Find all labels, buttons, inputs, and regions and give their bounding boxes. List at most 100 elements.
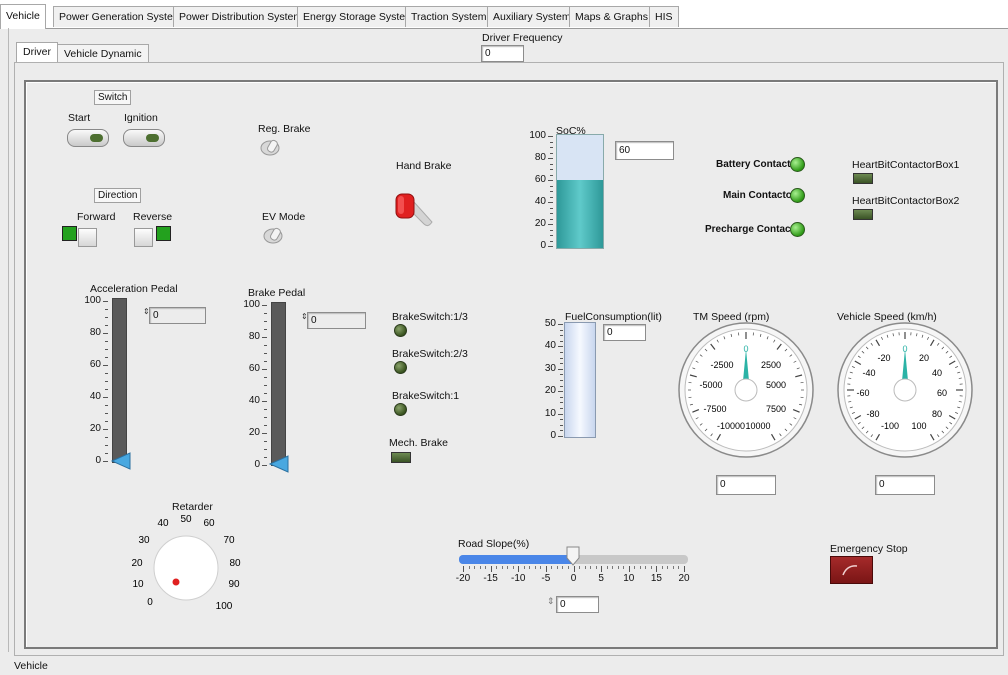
fuel-minor-tick xyxy=(560,408,563,409)
slope-tick-label: -10 xyxy=(511,573,526,584)
slope-tick xyxy=(601,566,603,572)
retarder-scale-30: 30 xyxy=(138,535,150,546)
soc-tick xyxy=(548,224,553,225)
soc-minor-tick xyxy=(550,174,553,176)
retarder-scale-70: 70 xyxy=(223,535,235,546)
soc-minor-tick xyxy=(550,218,553,220)
soc-minor-tick xyxy=(550,147,553,148)
retarder-scale-90: 90 xyxy=(228,579,240,590)
accel-minor-tick xyxy=(105,381,108,382)
fuel-tick-label: 50 xyxy=(544,318,556,329)
reverse-button[interactable] xyxy=(134,228,153,247)
slope-tick xyxy=(628,566,630,572)
fuel-minor-tick xyxy=(560,329,563,331)
fuel-minor-tick xyxy=(560,424,563,426)
soc-tick xyxy=(548,136,553,137)
soc-minor-tick xyxy=(550,229,553,231)
driver-frequency-input[interactable]: 0 xyxy=(481,45,524,62)
accel-minor-tick xyxy=(105,405,108,406)
tab-auxiliary-system[interactable]: Auxiliary System xyxy=(487,6,577,27)
brake-switch-13-led xyxy=(394,324,407,337)
battery-contactor-label: Battery Contactor xyxy=(716,159,801,170)
start-toggle[interactable] xyxy=(67,129,109,147)
road-slope-fill xyxy=(459,555,573,564)
road-slope-thumb[interactable] xyxy=(566,546,580,566)
tab-traction-system[interactable]: Traction System xyxy=(405,6,493,27)
accel-minor-tick xyxy=(105,317,108,318)
slope-tick-label: 5 xyxy=(598,573,604,584)
brake-minor-tick xyxy=(264,425,267,426)
tab-energy-storage-system[interactable]: Energy Storage System xyxy=(297,6,420,27)
switch-group-title: Switch xyxy=(94,90,132,105)
slope-minor-tick xyxy=(623,566,625,569)
soc-tick xyxy=(548,180,553,181)
brake-tick-label: 20 xyxy=(248,427,260,438)
hand-brake-lever[interactable] xyxy=(392,186,436,230)
brake-pedal-slider[interactable] xyxy=(268,455,292,473)
slope-minor-tick xyxy=(556,566,558,569)
slope-minor-tick xyxy=(579,566,581,569)
soc-minor-tick xyxy=(550,213,553,214)
accel-pedal-slider[interactable] xyxy=(110,452,134,470)
vehicle-speed-gauge: 0 20 40 60 80 100 -100 -80 -60 -40 -20 xyxy=(837,322,973,458)
soc-tick-label: 80 xyxy=(534,152,546,163)
soc-tick-label: 40 xyxy=(534,196,546,207)
brake-tick xyxy=(262,465,267,466)
vehicle-speed-scale-40: 40 xyxy=(932,368,942,378)
accel-minor-tick xyxy=(105,357,108,358)
retarder-scale-100: 100 xyxy=(216,601,233,612)
forward-button[interactable] xyxy=(78,228,97,247)
tab-vehicle[interactable]: Vehicle xyxy=(0,4,46,29)
vehicle-speed-scale-neg80: -80 xyxy=(866,409,879,419)
slope-minor-tick xyxy=(468,566,470,569)
tm-speed-scale-neg7500: -7500 xyxy=(703,404,726,414)
reg-brake-switch[interactable] xyxy=(258,138,282,156)
slope-minor-tick xyxy=(485,566,487,569)
subtab-driver[interactable]: Driver xyxy=(16,42,58,64)
fuel-tick-label: 10 xyxy=(544,407,556,419)
battery-contactor-led xyxy=(790,157,805,172)
road-slope-value[interactable]: 0 xyxy=(556,596,599,613)
brake-pedal-value[interactable]: 0 xyxy=(307,312,366,329)
accel-tick-label: 100 xyxy=(84,295,101,306)
fuel-tick-label: 30 xyxy=(544,362,556,374)
ev-mode-switch[interactable] xyxy=(261,226,285,244)
retarder-scale-10: 10 xyxy=(132,579,144,590)
vehicle-speed-scale-20: 20 xyxy=(919,353,929,363)
vehicle-speed-scale-neg60: -60 xyxy=(856,388,869,398)
accel-pedal-value[interactable]: 0 xyxy=(149,307,206,324)
brake-switch-1-label: BrakeSwitch:1 xyxy=(392,390,460,402)
slope-minor-tick xyxy=(612,566,614,569)
slope-minor-tick xyxy=(512,566,514,569)
fuel-minor-tick xyxy=(560,396,563,398)
vehicle-speed-value: 0 xyxy=(875,475,935,495)
soc-value-display: 60 xyxy=(615,141,674,160)
tab-his[interactable]: HIS xyxy=(649,6,679,27)
fuel-minor-tick xyxy=(560,335,563,337)
retarder-knob[interactable]: 0 10 20 30 40 50 60 70 80 90 100 xyxy=(120,510,245,615)
brake-minor-tick xyxy=(264,329,267,330)
slope-minor-tick xyxy=(595,566,597,569)
slope-minor-tick xyxy=(667,566,669,569)
emergency-stop-icon xyxy=(842,565,858,576)
subtab-vehicle-dynamic[interactable]: Vehicle Dynamic xyxy=(57,44,149,63)
brake-switch-13-label: BrakeSwitch:1/3 xyxy=(392,311,468,323)
slope-minor-tick xyxy=(567,566,569,569)
soc-tick xyxy=(548,158,553,159)
tab-power-distribution-system[interactable]: Power Distribution System xyxy=(173,6,309,27)
fuel-minor-tick xyxy=(560,419,563,421)
ignition-toggle[interactable] xyxy=(123,129,165,147)
tab-maps-graphs[interactable]: Maps & Graphs xyxy=(569,6,654,27)
tm-speed-scale-neg5000: -5000 xyxy=(699,380,722,390)
fuel-tank xyxy=(564,322,596,438)
slope-minor-tick xyxy=(562,566,564,569)
soc-minor-tick xyxy=(550,169,553,170)
ev-mode-label: EV Mode xyxy=(262,211,306,223)
heartbit-box2-led xyxy=(853,209,873,220)
brake-tick-label: 60 xyxy=(248,363,260,374)
emergency-stop-button[interactable] xyxy=(830,556,873,584)
road-slope-stepper-icon[interactable]: ⇕ xyxy=(547,596,555,607)
main-tab-bar: Vehicle Power Generation System Power Di… xyxy=(0,0,1008,29)
tab-power-generation-system[interactable]: Power Generation System xyxy=(53,6,188,27)
brake-minor-tick xyxy=(264,417,267,418)
